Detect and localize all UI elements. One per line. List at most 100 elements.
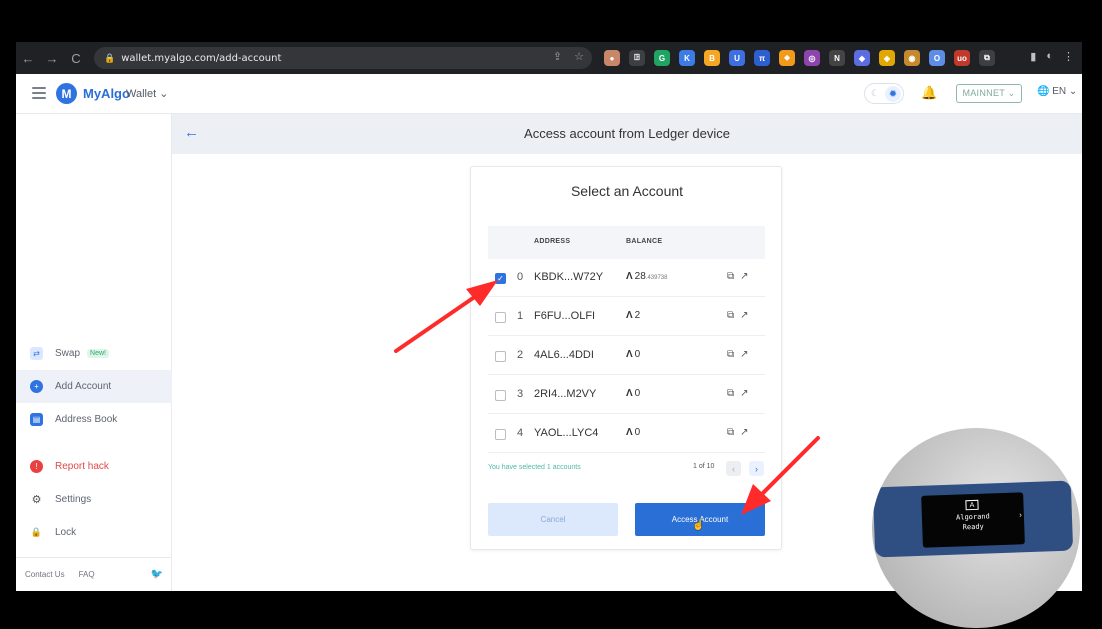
row-checkbox[interactable]: ✓	[495, 273, 506, 284]
table-row[interactable]: ✓ 0 KBDK...W72Y Ʌ 28.439738 ⧉ ↗	[488, 259, 765, 297]
copy-icon[interactable]: ⧉	[727, 271, 734, 282]
extension-icon[interactable]: ◈	[879, 50, 895, 66]
row-address: YAOL...LYC4	[534, 427, 599, 439]
row-checkbox[interactable]	[495, 429, 506, 440]
cancel-button[interactable]: Cancel	[488, 503, 618, 536]
hamburger-menu-icon[interactable]	[32, 87, 46, 99]
external-link-icon[interactable]: ↗	[740, 271, 748, 282]
external-link-icon[interactable]: ↗	[740, 388, 748, 399]
ledger-device: A Algorand Ready ›	[872, 480, 1074, 558]
external-link-icon[interactable]: ↗	[740, 427, 748, 438]
extension-icon[interactable]: ⧉	[979, 50, 995, 66]
extension-icon[interactable]: ◎	[804, 50, 820, 66]
row-balance: Ʌ0	[626, 427, 640, 438]
row-balance: Ʌ0	[626, 349, 640, 360]
sidebar-item-lock[interactable]: 🔒 Lock	[16, 516, 172, 549]
add-icon: +	[30, 380, 43, 393]
address-book-icon: ▤	[30, 413, 43, 426]
row-address: F6FU...OLFI	[534, 310, 596, 322]
copy-icon[interactable]: ⧉	[727, 349, 734, 360]
moon-icon: ☾	[871, 88, 880, 98]
chevron-right-icon: ›	[1019, 510, 1023, 520]
balance-value: 0	[634, 427, 641, 438]
bookmark-star-icon[interactable]: ☆	[574, 50, 584, 63]
profile-avatar[interactable]: ◐	[1046, 50, 1053, 63]
sidebar-item-add-account[interactable]: + Add Account	[16, 370, 172, 403]
new-badge: New!	[87, 349, 109, 358]
browser-toolbar: ← → C 🔒 wallet.myalgo.com/add-account ⇪ …	[16, 42, 1082, 74]
back-nav-icon[interactable]: ←	[16, 42, 40, 74]
row-checkbox[interactable]	[495, 312, 506, 323]
row-checkbox[interactable]	[495, 390, 506, 401]
menu-kebab-icon[interactable]: ⋮	[1063, 50, 1074, 63]
sidebar: ⇄ Swap New! + Add Account ▤ Address Book…	[16, 114, 172, 591]
copy-icon[interactable]: ⧉	[727, 388, 734, 399]
column-header-balance: BALANCE	[626, 238, 663, 245]
sidebar-item-label: Swap	[55, 348, 81, 359]
extension-icon[interactable]: ⬥	[779, 50, 795, 66]
mouse-cursor-icon: ☝	[692, 520, 705, 531]
select-account-card: Select an Account ADDRESS BALANCE ✓ 0 KB…	[470, 166, 782, 550]
wallet-dropdown[interactable]: Wallet ⌄	[126, 87, 168, 100]
sidebar-item-settings[interactable]: ⚙ Settings	[16, 483, 172, 516]
extension-icon[interactable]: O	[929, 50, 945, 66]
extension-icon[interactable]: uo	[954, 50, 970, 66]
sidebar-item-report-hack[interactable]: ! Report hack	[16, 450, 172, 483]
language-select[interactable]: 🌐 EN ⌄	[1037, 86, 1077, 97]
copy-icon[interactable]: ⧉	[727, 427, 734, 438]
table-row[interactable]: 3 2RI4...M2VY Ʌ0 ⧉ ↗	[488, 376, 765, 414]
network-select[interactable]: MAINNET ⌄	[956, 84, 1022, 103]
extension-icon[interactable]: π	[754, 50, 770, 66]
sidebar-item-swap[interactable]: ⇄ Swap New!	[16, 337, 172, 370]
algo-icon: Ʌ	[626, 310, 633, 321]
balance-value: 28	[634, 271, 646, 282]
contact-us-link[interactable]: Contact Us	[25, 570, 65, 579]
ledger-line-2: Ready	[962, 522, 984, 532]
extension-icon[interactable]: ꖸ	[629, 50, 645, 66]
row-balance: Ʌ 28.439738	[626, 271, 668, 282]
table-row[interactable]: 1 F6FU...OLFI Ʌ2 ⧉ ↗	[488, 298, 765, 336]
previous-page-button[interactable]: ‹	[726, 461, 741, 476]
copy-icon[interactable]: ⧉	[727, 310, 734, 321]
row-balance: Ʌ0	[626, 388, 640, 399]
notification-bell-icon[interactable]: 🔔	[921, 85, 937, 101]
reload-icon[interactable]: C	[64, 42, 88, 74]
extension-icon[interactable]: B	[704, 50, 720, 66]
sidebar-item-address-book[interactable]: ▤ Address Book	[16, 403, 172, 436]
table-row[interactable]: 4 YAOL...LYC4 Ʌ0 ⧉ ↗	[488, 415, 765, 453]
external-link-icon[interactable]: ↗	[740, 349, 748, 360]
ledger-screen: A Algorand Ready ›	[921, 492, 1025, 548]
selection-count: You have selected 1 accounts	[488, 464, 581, 471]
twitter-icon[interactable]: 🐦	[151, 569, 163, 580]
side-panel-icon[interactable]: ▮	[1030, 50, 1036, 63]
sidebar-item-label: Lock	[55, 527, 77, 538]
extension-icon[interactable]: U	[729, 50, 745, 66]
forward-nav-icon[interactable]: →	[40, 42, 64, 74]
row-checkbox[interactable]	[495, 351, 506, 362]
row-address: 4AL6...4DDI	[534, 349, 594, 361]
row-address: KBDK...W72Y	[534, 271, 604, 283]
card-title: Select an Account	[570, 183, 684, 199]
theme-toggle[interactable]: ☾ ✹	[864, 83, 904, 104]
next-page-button[interactable]: ›	[749, 461, 764, 476]
sidebar-item-label: Address Book	[55, 414, 118, 425]
page-title: Access account from Ledger device	[524, 126, 730, 141]
balance-value: 0	[634, 388, 641, 399]
extension-icon[interactable]: ●	[604, 50, 620, 66]
sidebar-item-label: Settings	[55, 494, 92, 505]
app-name: MyAlgo	[83, 86, 130, 101]
share-icon[interactable]: ⇪	[553, 50, 562, 63]
faq-link[interactable]: FAQ	[79, 570, 95, 579]
extension-icon[interactable]: N	[829, 50, 845, 66]
row-index: 3	[517, 388, 524, 400]
table-row[interactable]: 2 4AL6...4DDI Ʌ0 ⧉ ↗	[488, 337, 765, 375]
extension-icon[interactable]: ◆	[854, 50, 870, 66]
sidebar-item-label: Add Account	[55, 381, 112, 392]
extension-icon[interactable]: K	[679, 50, 695, 66]
balance-decimals: .439738	[645, 275, 668, 281]
external-link-icon[interactable]: ↗	[740, 310, 748, 321]
address-bar[interactable]: 🔒 wallet.myalgo.com/add-account ⇪ ☆	[94, 47, 592, 69]
extension-icon[interactable]: G	[654, 50, 670, 66]
extension-icon[interactable]: ◉	[904, 50, 920, 66]
algo-icon: Ʌ	[626, 427, 633, 438]
